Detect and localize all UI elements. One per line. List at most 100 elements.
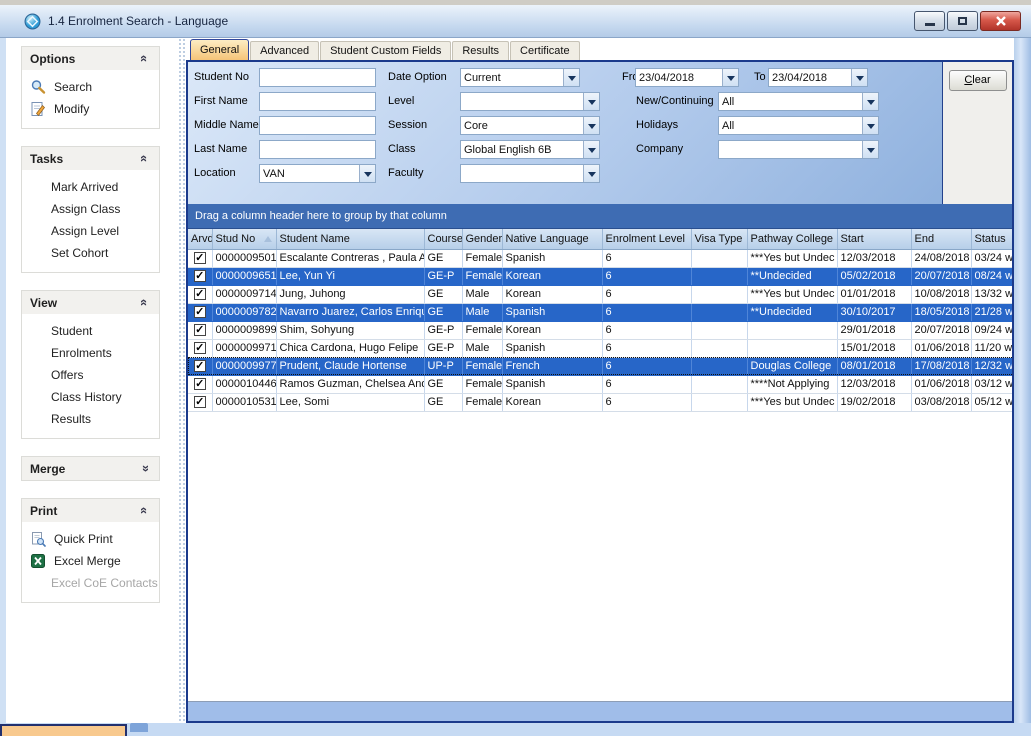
cell-level[interactable]: 6 xyxy=(602,249,691,267)
close-button[interactable] xyxy=(980,11,1021,31)
clear-button[interactable]: Clear xyxy=(949,70,1007,91)
arrived-checkbox[interactable] xyxy=(194,396,206,408)
new-continuing-select[interactable]: All xyxy=(718,92,879,111)
chevron-double-down-icon[interactable] xyxy=(139,462,151,475)
group-by-bar[interactable]: Drag a column header here to group by th… xyxy=(188,204,1012,229)
cell-stud_no[interactable]: 0000009899 xyxy=(212,321,276,339)
cell-arvd[interactable] xyxy=(188,339,212,357)
cell-pathway[interactable]: ****Not Applying xyxy=(747,375,837,393)
column-header-pathway-college[interactable]: Pathway College xyxy=(747,229,837,249)
cell-start[interactable]: 08/01/2018 xyxy=(837,357,911,375)
table-row[interactable]: 0000009971Chica Cardona, Hugo FelipeGE-P… xyxy=(188,339,1012,357)
cell-course[interactable]: GE xyxy=(424,285,462,303)
cell-course[interactable]: GE xyxy=(424,249,462,267)
class-select[interactable]: Global English 6B xyxy=(460,140,600,159)
minimize-button[interactable] xyxy=(914,11,945,31)
column-header-start[interactable]: Start xyxy=(837,229,911,249)
cell-gender[interactable]: Female xyxy=(462,249,502,267)
column-header-end[interactable]: End xyxy=(911,229,971,249)
sidebar-item-results[interactable]: Results xyxy=(22,408,159,430)
cell-end[interactable]: 01/06/2018 xyxy=(911,339,971,357)
cell-pathway[interactable]: **Undecided xyxy=(747,267,837,285)
cell-end[interactable]: 20/07/2018 xyxy=(911,321,971,339)
cell-level[interactable]: 6 xyxy=(602,393,691,411)
cell-name[interactable]: Ramos Guzman, Chelsea Andr xyxy=(276,375,424,393)
cell-start[interactable]: 30/10/2017 xyxy=(837,303,911,321)
student-no-input[interactable] xyxy=(259,68,376,87)
table-row[interactable]: 0000010531Lee, SomiGEFemaleKorean6***Yes… xyxy=(188,393,1012,411)
cell-gender[interactable]: Male xyxy=(462,339,502,357)
cell-end[interactable]: 24/08/2018 xyxy=(911,249,971,267)
chevron-double-up-icon[interactable] xyxy=(139,504,151,517)
cell-status[interactable]: 08/24 wks xyxy=(971,267,1012,285)
cell-stud_no[interactable]: 0000009501 xyxy=(212,249,276,267)
sidebar-item-offers[interactable]: Offers xyxy=(22,364,159,386)
tab-certificate[interactable]: Certificate xyxy=(510,41,580,60)
sidebar-item-enrolments[interactable]: Enrolments xyxy=(22,342,159,364)
cell-language[interactable]: Spanish xyxy=(502,303,602,321)
cell-arvd[interactable] xyxy=(188,321,212,339)
cell-visa[interactable] xyxy=(691,249,747,267)
cell-arvd[interactable] xyxy=(188,285,212,303)
holidays-select[interactable]: All xyxy=(718,116,879,135)
company-select[interactable] xyxy=(718,140,879,159)
cell-end[interactable]: 03/08/2018 xyxy=(911,393,971,411)
cell-level[interactable]: 6 xyxy=(602,267,691,285)
cell-course[interactable]: GE-P xyxy=(424,267,462,285)
arrived-checkbox[interactable] xyxy=(194,252,206,264)
arrived-checkbox[interactable] xyxy=(194,378,206,390)
cell-name[interactable]: Escalante Contreras , Paula A xyxy=(276,249,424,267)
cell-status[interactable]: 13/32 wks xyxy=(971,285,1012,303)
cell-language[interactable]: Korean xyxy=(502,393,602,411)
cell-end[interactable]: 01/06/2018 xyxy=(911,375,971,393)
cell-name[interactable]: Jung, Juhong xyxy=(276,285,424,303)
last-name-input[interactable] xyxy=(259,140,376,159)
cell-name[interactable]: Prudent, Claude Hortense xyxy=(276,357,424,375)
cell-level[interactable]: 6 xyxy=(602,375,691,393)
cell-language[interactable]: Korean xyxy=(502,321,602,339)
taskbar-item-partial[interactable] xyxy=(0,724,127,736)
table-row[interactable]: 0000009714Jung, JuhongGEMaleKorean6***Ye… xyxy=(188,285,1012,303)
chevron-double-up-icon[interactable] xyxy=(139,296,151,309)
cell-gender[interactable]: Female xyxy=(462,267,502,285)
cell-language[interactable]: Korean xyxy=(502,285,602,303)
section-header-merge[interactable]: Merge xyxy=(22,457,159,480)
cell-pathway[interactable]: ***Yes but Undec xyxy=(747,393,837,411)
cell-end[interactable]: 17/08/2018 xyxy=(911,357,971,375)
cell-start[interactable]: 29/01/2018 xyxy=(837,321,911,339)
sidebar-item-quick-print[interactable]: Quick Print xyxy=(22,528,159,550)
cell-gender[interactable]: Female xyxy=(462,321,502,339)
sidebar-item-assign-class[interactable]: Assign Class xyxy=(22,198,159,220)
tab-general[interactable]: General xyxy=(190,39,249,60)
cell-level[interactable]: 6 xyxy=(602,321,691,339)
tab-advanced[interactable]: Advanced xyxy=(250,41,319,60)
cell-name[interactable]: Lee, Yun Yi xyxy=(276,267,424,285)
cell-arvd[interactable] xyxy=(188,393,212,411)
cell-status[interactable]: 09/24 wks xyxy=(971,321,1012,339)
cell-language[interactable]: Korean xyxy=(502,267,602,285)
tab-student-custom-fields[interactable]: Student Custom Fields xyxy=(320,41,451,60)
cell-language[interactable]: Spanish xyxy=(502,375,602,393)
location-select[interactable]: VAN xyxy=(259,164,376,183)
cell-course[interactable]: GE-P xyxy=(424,339,462,357)
cell-stud_no[interactable]: 0000010531 xyxy=(212,393,276,411)
cell-visa[interactable] xyxy=(691,321,747,339)
cell-arvd[interactable] xyxy=(188,375,212,393)
column-header-enrolment-level[interactable]: Enrolment Level xyxy=(602,229,691,249)
from-date-select[interactable]: 23/04/2018 xyxy=(635,68,739,87)
sidebar-item-excel-merge[interactable]: Excel Merge xyxy=(22,550,159,572)
cell-course[interactable]: GE xyxy=(424,303,462,321)
cell-course[interactable]: UP-P xyxy=(424,357,462,375)
cell-visa[interactable] xyxy=(691,375,747,393)
table-row[interactable]: 0000009501Escalante Contreras , Paula AG… xyxy=(188,249,1012,267)
cell-pathway[interactable] xyxy=(747,321,837,339)
cell-visa[interactable] xyxy=(691,339,747,357)
sidebar-item-assign-level[interactable]: Assign Level xyxy=(22,220,159,242)
cell-visa[interactable] xyxy=(691,393,747,411)
cell-gender[interactable]: Male xyxy=(462,303,502,321)
cell-arvd[interactable] xyxy=(188,357,212,375)
cell-name[interactable]: Navarro Juarez, Carlos Enriqu xyxy=(276,303,424,321)
cell-stud_no[interactable]: 0000009651 xyxy=(212,267,276,285)
cell-start[interactable]: 12/03/2018 xyxy=(837,249,911,267)
middle-name-input[interactable] xyxy=(259,116,376,135)
